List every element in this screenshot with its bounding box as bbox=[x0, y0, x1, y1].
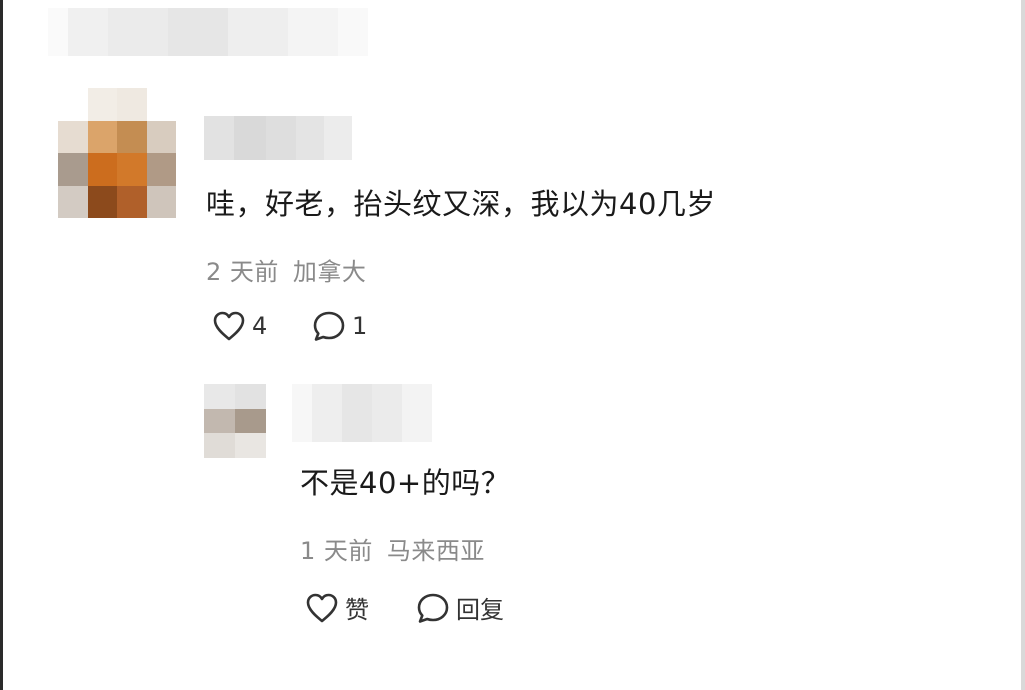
reply-count: 1 bbox=[352, 312, 368, 340]
heart-icon bbox=[306, 593, 338, 622]
comment-bubble-icon bbox=[313, 311, 345, 341]
reply-location: 马来西亚 bbox=[386, 537, 485, 565]
reply-avatar[interactable] bbox=[204, 384, 266, 458]
reply-meta: 1 天前 马来西亚 bbox=[300, 531, 485, 566]
reply-button[interactable]: 回复 bbox=[416, 590, 504, 625]
avatar[interactable] bbox=[58, 88, 176, 218]
redacted-username bbox=[204, 116, 352, 160]
like-button[interactable]: 4 bbox=[212, 310, 267, 342]
comment-bubble-icon bbox=[417, 593, 449, 623]
window-edge-left bbox=[0, 0, 3, 690]
reply-like-button[interactable]: 赞 bbox=[305, 590, 369, 625]
reply-count-button[interactable]: 1 bbox=[312, 310, 367, 342]
comment-meta: 2 天前 加拿大 bbox=[206, 252, 366, 287]
window-edge-right bbox=[1021, 0, 1025, 690]
heart-icon bbox=[213, 311, 245, 341]
reply-text: 不是40+的吗？ bbox=[300, 466, 511, 500]
redacted-header-text bbox=[48, 8, 368, 56]
comment-location: 加拿大 bbox=[292, 258, 367, 286]
comment-text: 哇，好老，抬头纹又深，我以为40几岁 bbox=[206, 187, 716, 221]
reply-timestamp: 1 天前 bbox=[300, 537, 373, 565]
reply-label: 回复 bbox=[456, 596, 504, 624]
like-count: 4 bbox=[252, 312, 268, 340]
comment-timestamp: 2 天前 bbox=[206, 258, 279, 286]
redacted-reply-username bbox=[292, 384, 432, 442]
reply-like-label: 赞 bbox=[345, 596, 369, 624]
